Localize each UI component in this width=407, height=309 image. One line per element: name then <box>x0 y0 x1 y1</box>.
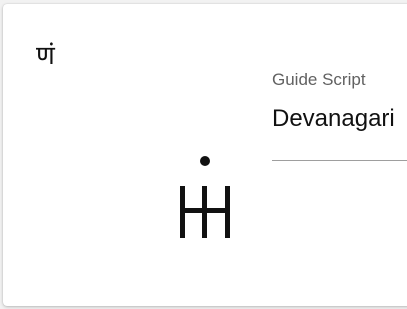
transliterated-glyph-icon <box>180 156 230 238</box>
transliteration-card: णं Guide Script Devanagari <box>3 4 407 306</box>
guide-script-select[interactable]: Devanagari <box>272 96 407 161</box>
guide-script-value: Devanagari <box>272 105 395 132</box>
source-character: णं <box>36 41 55 71</box>
guide-script-label: Guide Script <box>272 70 366 89</box>
